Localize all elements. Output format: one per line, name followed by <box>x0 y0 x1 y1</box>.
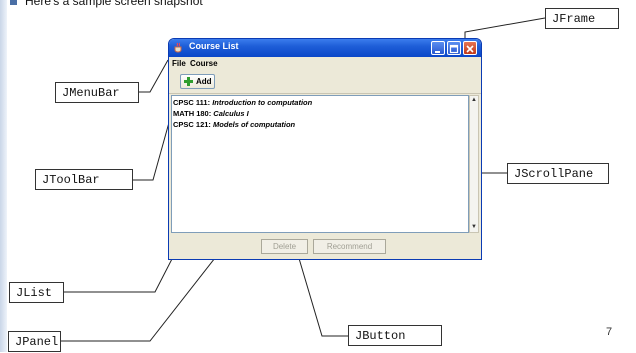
menu-course[interactable]: Course <box>190 59 218 68</box>
plus-icon <box>184 77 193 86</box>
menu-file[interactable]: File <box>172 59 186 68</box>
add-button-label: Add <box>196 77 212 86</box>
jframe-connector <box>464 17 546 40</box>
jmenubar-connector <box>138 59 169 93</box>
menubar: File Course <box>169 58 481 70</box>
delete-button[interactable]: Delete <box>261 239 308 254</box>
callout-jscrollpane: JScrollPane <box>507 163 609 184</box>
course-code: MATH 180: <box>173 109 212 118</box>
callout-jmenubar: JMenuBar <box>55 82 139 103</box>
maximize-icon <box>449 44 459 54</box>
java-cup-icon <box>174 42 182 53</box>
minimize-button[interactable] <box>431 41 445 55</box>
page-number: 7 <box>606 326 613 338</box>
course-code: CPSC 121: <box>173 120 211 129</box>
course-list[interactable]: CPSC 111: Introduction to computation MA… <box>171 95 469 233</box>
vertical-scrollbar[interactable]: ▲ ▼ <box>469 95 479 233</box>
callout-jlist: JList <box>9 282 64 303</box>
slide-left-stripe <box>0 0 7 352</box>
course-code: CPSC 111: <box>173 98 211 107</box>
list-item[interactable]: CPSC 111: Introduction to computation <box>173 98 312 107</box>
button-panel: Delete Recommend <box>169 235 481 259</box>
close-button[interactable] <box>463 41 477 55</box>
slide-intro-text: Here's a sample screen snapshot <box>25 0 203 8</box>
course-name: Calculus I <box>213 109 249 118</box>
jbutton-connector <box>297 254 348 337</box>
course-name: Models of computation <box>213 120 296 129</box>
toolbar: Add <box>169 71 481 94</box>
scroll-down-icon[interactable]: ▼ <box>471 224 477 231</box>
window-titlebar[interactable]: Course List <box>169 39 481 57</box>
callout-jpanel: JPanel <box>8 331 61 352</box>
scroll-up-icon[interactable]: ▲ <box>471 97 477 104</box>
window-title: Course List <box>189 41 239 51</box>
close-icon <box>466 45 474 53</box>
list-item[interactable]: CPSC 121: Models of computation <box>173 120 295 129</box>
recommend-button[interactable]: Recommend <box>313 239 386 254</box>
callout-jframe: JFrame <box>545 8 619 29</box>
minimize-icon <box>435 51 440 53</box>
bullet-icon <box>10 0 17 5</box>
jpanel-connector <box>60 248 223 342</box>
callout-jbutton: JButton <box>348 325 442 346</box>
course-name: Introduction to computation <box>212 98 313 107</box>
course-list-window: Course List File Course Add CPSC 111: In… <box>168 38 482 260</box>
list-item[interactable]: MATH 180: Calculus I <box>173 109 249 118</box>
callout-jtoolbar: JToolBar <box>35 169 133 190</box>
maximize-button[interactable] <box>447 41 461 55</box>
add-button[interactable]: Add <box>180 74 215 89</box>
